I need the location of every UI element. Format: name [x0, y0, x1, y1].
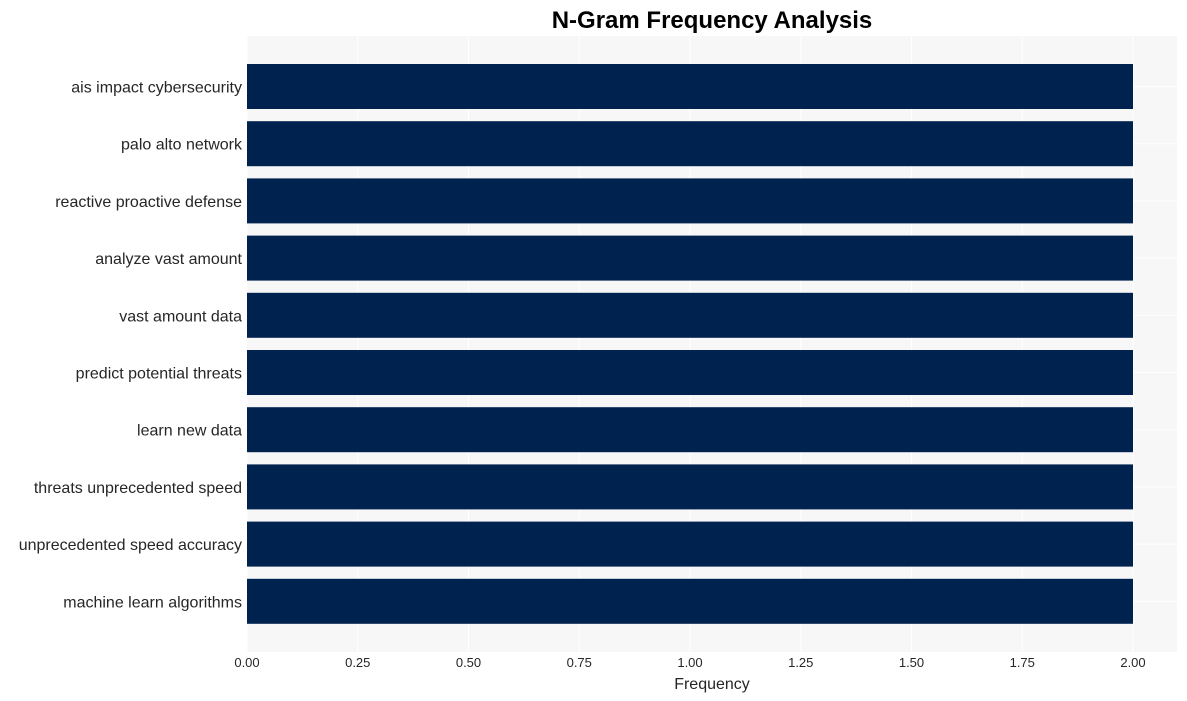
y-axis-labels: ais impact cybersecurity palo alto networ…	[19, 80, 243, 612]
x-tick-label: 0.50	[456, 655, 481, 670]
x-tick-label: 1.00	[677, 655, 702, 670]
y-tick-label: vast amount data	[119, 308, 242, 325]
chart-title: N-Gram Frequency Analysis	[552, 7, 873, 34]
bar	[247, 407, 1133, 453]
bar	[247, 521, 1133, 567]
x-tick-label: 1.75	[1010, 655, 1035, 670]
bar	[247, 178, 1133, 224]
y-tick-label: ais impact cybersecurity	[71, 80, 242, 97]
bar	[247, 350, 1133, 395]
x-axis-label: Frequency	[674, 676, 750, 693]
y-tick-label: predict potential threats	[76, 366, 242, 383]
y-tick-label: learn new data	[137, 423, 242, 440]
bar	[247, 235, 1133, 281]
x-tick-label: 1.25	[788, 655, 813, 670]
chart: ais impact cybersecurity palo alto networ…	[19, 7, 1177, 693]
y-tick-label: machine learn algorithms	[63, 594, 242, 611]
y-tick-label: reactive proactive defense	[55, 194, 242, 211]
x-axis-ticks: 0.00 0.25 0.50 0.75 1.00 1.25 1.50 1.75 2.00	[234, 655, 1145, 670]
bar	[247, 578, 1133, 624]
x-tick-label: 0.00	[234, 655, 259, 670]
x-tick-label: 0.25	[345, 655, 370, 670]
bar	[247, 64, 1133, 109]
bar	[247, 121, 1133, 167]
bar	[247, 292, 1133, 338]
x-tick-label: 2.00	[1120, 655, 1145, 670]
bar	[247, 464, 1133, 510]
x-tick-label: 0.75	[567, 655, 592, 670]
y-tick-label: palo alto network	[121, 137, 243, 154]
y-tick-label: analyze vast amount	[95, 251, 242, 268]
y-tick-label: unprecedented speed accuracy	[19, 537, 242, 554]
x-tick-label: 1.50	[899, 655, 924, 670]
y-tick-label: threats unprecedented speed	[34, 480, 242, 497]
